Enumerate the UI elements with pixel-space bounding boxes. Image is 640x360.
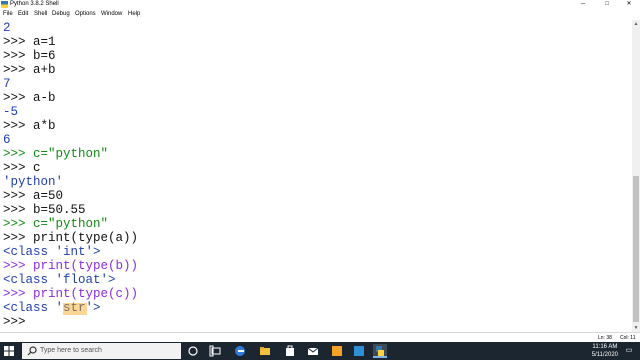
menu-edit[interactable]: Edit — [18, 9, 28, 20]
paint-app-icon[interactable] — [330, 344, 344, 358]
scroll-up-arrow-icon[interactable]: ▲ — [632, 20, 640, 28]
close-button[interactable]: ✕ — [618, 0, 640, 9]
task-view-icon[interactable] — [186, 344, 200, 358]
system-clock[interactable]: 11:16 AM 5/11/2020 — [592, 343, 618, 359]
scroll-down-arrow-icon[interactable]: ▼ — [632, 324, 640, 332]
task-switch-icon[interactable] — [209, 344, 223, 358]
taskbar-search-box[interactable]: Type here to search — [22, 343, 181, 359]
shell-input-line: >>> c="python" — [3, 217, 109, 231]
mail-icon[interactable] — [306, 344, 320, 358]
taskbar: Type here to search 11:16 AM 5/11/2020 ▭ — [0, 342, 640, 360]
clock-time: 11:16 AM — [592, 344, 618, 350]
menu-file[interactable]: File — [3, 9, 13, 20]
shell-prompt-line[interactable]: >>> — [3, 315, 33, 329]
shell-input-line: >>> print(type(a)) — [3, 231, 139, 245]
shell-input-line: >>> a=50 — [3, 189, 64, 203]
shell-input-line: >>> a+b — [3, 63, 56, 77]
menu-window[interactable]: Window — [101, 9, 122, 20]
shell-input-line: >>> a=1 — [3, 35, 56, 49]
shell-output-line: -5 — [3, 105, 19, 119]
edge-browser-icon[interactable] — [233, 344, 247, 358]
shell-text-area[interactable]: 2 >>> a=1 >>> b=6 >>> a+b 7 >>> a-b -5 >… — [0, 20, 632, 332]
search-icon — [27, 346, 37, 356]
minimize-button[interactable]: ─ — [572, 0, 594, 9]
shell-input-line: >>> c — [3, 161, 41, 175]
shell-input-line: >>> a-b — [3, 91, 56, 105]
file-explorer-icon[interactable] — [258, 344, 272, 358]
shell-output-line: 2 — [3, 21, 11, 35]
shell-output-line: 7 — [3, 77, 11, 91]
shell-output-line: <class 'float'> — [3, 273, 116, 287]
maximize-button[interactable]: □ — [596, 0, 618, 9]
menu-debug[interactable]: Debug — [52, 9, 70, 20]
shell-input-line: >>> b=6 — [3, 49, 56, 63]
windows-start-icon[interactable] — [4, 346, 14, 356]
vertical-scrollbar[interactable]: ▲ ▼ — [632, 20, 640, 332]
shell-input-line: >>> print(type(c)) — [3, 287, 139, 301]
shell-output-line: 'python' — [3, 175, 64, 189]
clock-date: 5/11/2020 — [591, 352, 618, 358]
store-icon[interactable] — [283, 344, 297, 358]
notification-icon[interactable]: ▭ — [624, 344, 634, 358]
menu-help[interactable]: Help — [128, 9, 140, 20]
menu-bar: File Edit Shell Debug Options Window Hel… — [0, 9, 640, 20]
window-title: Python 3.8.2 Shell — [10, 1, 59, 7]
shell-input-line: >>> b=50.55 — [3, 203, 86, 217]
media-app-icon[interactable] — [352, 344, 366, 358]
status-bar: Ln: 38 Col: 11 — [0, 332, 640, 342]
scroll-thumb[interactable] — [633, 176, 639, 322]
shell-output-line: 6 — [3, 133, 11, 147]
shell-input-line: >>> print(type(b)) — [3, 259, 139, 273]
shell-input-line: >>> c="python" — [3, 147, 109, 161]
search-placeholder: Type here to search — [40, 347, 102, 354]
python-app-icon — [1, 1, 8, 8]
shell-input-line: >>> a*b — [3, 119, 56, 133]
menu-shell[interactable]: Shell — [34, 9, 47, 20]
menu-options[interactable]: Options — [75, 9, 96, 20]
text-selection-highlight — [63, 303, 87, 315]
shell-output-line: <class 'int'> — [3, 245, 101, 259]
python-idle-taskbar-icon[interactable] — [373, 344, 387, 358]
title-bar: Python 3.8.2 Shell ─ □ ✕ — [0, 0, 640, 9]
